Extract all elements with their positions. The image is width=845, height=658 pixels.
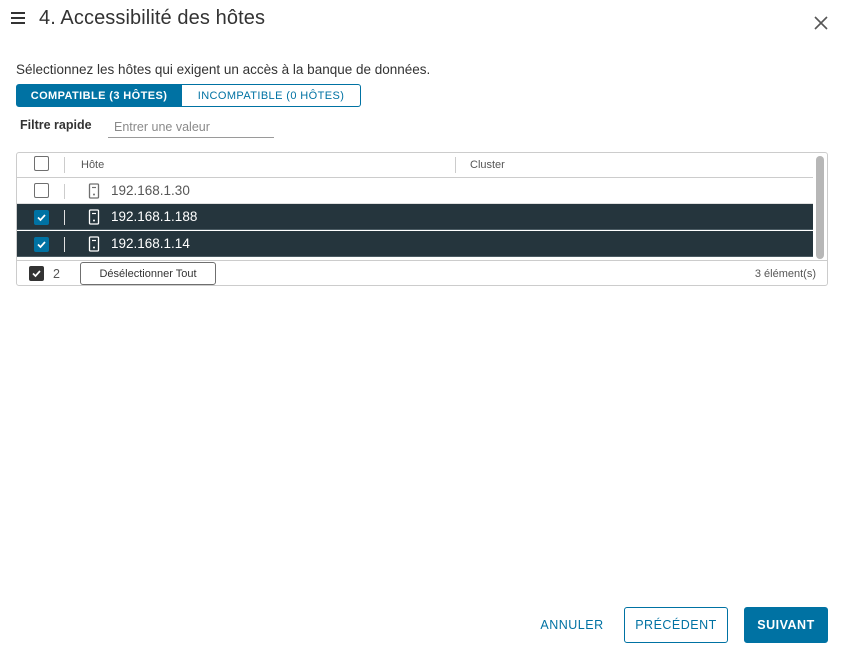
table-row[interactable]: 192.168.1.14 <box>17 231 813 257</box>
tab-incompatible[interactable]: INCOMPATIBLE (0 HÔTES) <box>182 84 361 107</box>
hosts-datagrid: Hôte Cluster 192.168.1.30 192.168.1.188 … <box>16 152 828 286</box>
instruction-text: Sélectionnez les hôtes qui exigent un ac… <box>16 62 431 77</box>
deselect-all-button[interactable]: Désélectionner Tout <box>80 262 216 285</box>
column-separator[interactable] <box>455 157 456 173</box>
column-header-cluster[interactable]: Cluster <box>470 159 505 171</box>
grid-header: Hôte Cluster <box>17 153 813 178</box>
host-server-icon <box>88 236 100 257</box>
row-checkbox[interactable] <box>34 237 49 252</box>
grid-scrollbar[interactable] <box>816 156 824 259</box>
column-separator <box>64 157 65 173</box>
host-name: 192.168.1.14 <box>111 236 190 251</box>
quick-filter-input[interactable] <box>108 116 274 138</box>
selected-count: 2 <box>53 267 60 281</box>
selection-toggle-checkbox[interactable] <box>29 266 44 281</box>
grid-footer: 2 Désélectionner Tout 3 élément(s) <box>17 260 827 286</box>
cancel-button[interactable]: ANNULER <box>531 607 613 643</box>
close-icon[interactable] <box>812 14 830 32</box>
row-checkbox[interactable] <box>34 183 49 198</box>
item-count: 3 élément(s) <box>754 268 816 280</box>
previous-button[interactable]: PRÉCÉDENT <box>624 607 728 643</box>
hamburger-menu-icon[interactable] <box>11 12 25 24</box>
host-name: 192.168.1.30 <box>111 183 190 198</box>
column-header-host[interactable]: Hôte <box>81 159 104 171</box>
tab-compatible[interactable]: COMPATIBLE (3 HÔTES) <box>16 84 182 107</box>
table-row[interactable]: 192.168.1.30 <box>17 178 813 204</box>
select-all-checkbox[interactable] <box>34 156 49 171</box>
compatibility-tabs: COMPATIBLE (3 HÔTES) INCOMPATIBLE (0 HÔT… <box>16 84 361 107</box>
column-separator <box>64 237 65 252</box>
column-separator <box>64 210 65 225</box>
quick-filter-label: Filtre rapide <box>20 118 92 132</box>
host-server-icon <box>88 209 100 230</box>
dialog-title: 4. Accessibilité des hôtes <box>39 7 266 29</box>
host-server-icon <box>88 183 100 204</box>
row-checkbox[interactable] <box>34 210 49 225</box>
column-separator <box>64 184 65 199</box>
next-button[interactable]: SUIVANT <box>744 607 828 643</box>
table-row[interactable]: 192.168.1.188 <box>17 204 813 230</box>
host-name: 192.168.1.188 <box>111 209 198 224</box>
